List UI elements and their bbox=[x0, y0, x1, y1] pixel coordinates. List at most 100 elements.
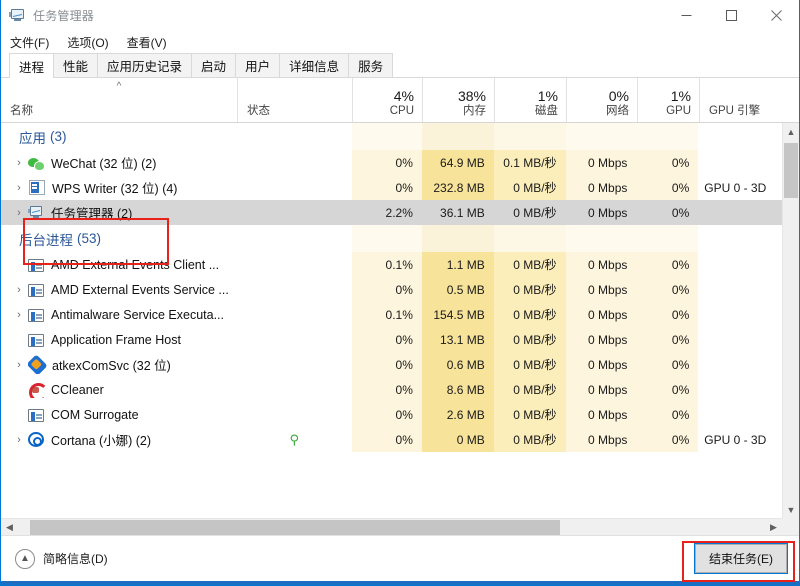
process-row[interactable]: Application Frame Host0%13.1 MB0 MB/秒0 M… bbox=[1, 327, 782, 352]
process-net-cell: 0 Mbps bbox=[566, 252, 637, 277]
process-disk-cell: 0 MB/秒 bbox=[494, 402, 566, 427]
tab-details[interactable]: 详细信息 bbox=[279, 53, 349, 77]
vertical-scrollbar[interactable]: ▲ ▼ bbox=[782, 123, 799, 518]
end-task-button[interactable]: 结束任务(E) bbox=[695, 544, 787, 573]
process-disk-cell: 0 MB/秒 bbox=[494, 200, 566, 225]
column-header-disk[interactable]: 1% 磁盘 bbox=[495, 78, 567, 122]
expand-chevron-icon[interactable]: › bbox=[10, 359, 28, 371]
tab-performance[interactable]: 性能 bbox=[53, 53, 98, 77]
process-memory-cell: 154.5 MB bbox=[422, 302, 494, 327]
scroll-right-icon[interactable]: ▶ bbox=[765, 519, 782, 536]
process-status-cell bbox=[237, 302, 352, 327]
process-disk-cell: 0 MB/秒 bbox=[494, 427, 566, 452]
group-cell-gpueng bbox=[698, 225, 782, 252]
process-gpu-cell: 0% bbox=[636, 150, 698, 175]
menu-options[interactable]: 选项(O) bbox=[65, 32, 117, 53]
suspended-leaf-icon: ⚲ bbox=[289, 433, 299, 446]
process-row[interactable]: ›atkexComSvc (32 位)0%0.6 MB0 MB/秒0 Mbps0… bbox=[1, 352, 782, 377]
expand-chevron-icon[interactable]: › bbox=[10, 309, 28, 321]
horizontal-scrollbar[interactable]: ◀ ▶ bbox=[1, 518, 799, 535]
group-cell-gpu bbox=[636, 123, 698, 150]
process-row[interactable]: ›任务管理器 (2)2.2%36.1 MB0 MB/秒0 Mbps0% bbox=[1, 200, 782, 225]
process-row[interactable]: ›AMD External Events Service ...0%0.5 MB… bbox=[1, 277, 782, 302]
tab-users[interactable]: 用户 bbox=[235, 53, 280, 77]
process-row[interactable]: AMD External Events Client ...0.1%1.1 MB… bbox=[1, 252, 782, 277]
process-name: CCleaner bbox=[28, 382, 104, 398]
group-cell-cpu bbox=[352, 225, 422, 252]
process-gpu-cell: 0% bbox=[636, 402, 698, 427]
process-disk-cell: 0 MB/秒 bbox=[494, 377, 566, 402]
column-header-memory[interactable]: 38% 内存 bbox=[423, 78, 495, 122]
group-cell-status bbox=[237, 123, 352, 150]
process-name: Application Frame Host bbox=[28, 333, 181, 347]
process-net-cell: 0 Mbps bbox=[566, 277, 637, 302]
column-header-status[interactable]: 状态 bbox=[238, 78, 353, 122]
minimize-button[interactable] bbox=[664, 0, 709, 31]
group-cell-gpueng bbox=[698, 123, 782, 150]
process-gpu-engine-cell bbox=[698, 352, 782, 377]
process-group-header[interactable]: 应用(3) bbox=[1, 123, 782, 150]
scroll-left-icon[interactable]: ◀ bbox=[1, 519, 18, 536]
process-gpu-cell: 0% bbox=[636, 252, 698, 277]
process-memory-cell: 1.1 MB bbox=[422, 252, 494, 277]
process-name-label: Application Frame Host bbox=[51, 333, 181, 347]
process-row[interactable]: ›Antimalware Service Executa...0.1%154.5… bbox=[1, 302, 782, 327]
scroll-down-icon[interactable]: ▼ bbox=[783, 501, 799, 518]
close-button[interactable] bbox=[754, 0, 799, 31]
horizontal-scroll-thumb[interactable] bbox=[30, 520, 560, 535]
process-name-label: atkexComSvc (32 位) bbox=[52, 355, 171, 374]
horizontal-scroll-track[interactable] bbox=[18, 519, 765, 536]
column-header-network[interactable]: 0% 网络 bbox=[567, 78, 638, 122]
process-name-cell: CCleaner bbox=[1, 377, 237, 402]
process-cpu-cell: 2.2% bbox=[352, 200, 422, 225]
process-status-cell bbox=[237, 352, 352, 377]
task-manager-icon bbox=[9, 8, 26, 23]
scroll-up-icon[interactable]: ▲ bbox=[783, 123, 799, 140]
group-cell-net bbox=[566, 123, 637, 150]
process-gpu-engine-cell bbox=[698, 252, 782, 277]
expand-chevron-icon[interactable]: › bbox=[10, 434, 28, 446]
vertical-scroll-thumb[interactable] bbox=[784, 143, 798, 198]
process-memory-cell: 64.9 MB bbox=[422, 150, 494, 175]
atkex-icon bbox=[28, 355, 48, 374]
expand-chevron-icon[interactable]: › bbox=[10, 182, 28, 194]
process-disk-cell: 0 MB/秒 bbox=[494, 252, 566, 277]
column-header-gpu[interactable]: 1% GPU bbox=[638, 78, 700, 122]
process-gpu-cell: 0% bbox=[636, 200, 698, 225]
column-header-row: ^ 名称 状态 4% CPU 38% 内存 1% 磁盘 0% 网络 1% GPU… bbox=[1, 78, 799, 123]
column-header-gpu-engine[interactable]: GPU 引擎 bbox=[700, 78, 784, 122]
generic-app-icon bbox=[28, 409, 44, 422]
expand-chevron-icon[interactable]: › bbox=[10, 157, 28, 169]
process-cpu-cell: 0% bbox=[352, 277, 422, 302]
process-row[interactable]: ›WeChat (32 位) (2)0%64.9 MB0.1 MB/秒0 Mbp… bbox=[1, 150, 782, 175]
process-net-cell: 0 Mbps bbox=[566, 427, 637, 452]
tab-processes[interactable]: 进程 bbox=[9, 53, 54, 78]
tab-services[interactable]: 服务 bbox=[348, 53, 393, 77]
maximize-button[interactable] bbox=[709, 0, 754, 31]
process-net-cell: 0 Mbps bbox=[566, 150, 637, 175]
column-header-name[interactable]: ^ 名称 bbox=[1, 78, 238, 122]
process-row[interactable]: ›WPS Writer (32 位) (4)0%232.8 MB0 MB/秒0 … bbox=[1, 175, 782, 200]
process-name-cell: ›WPS Writer (32 位) (4) bbox=[1, 175, 237, 200]
process-row[interactable]: COM Surrogate0%2.6 MB0 MB/秒0 Mbps0% bbox=[1, 402, 782, 427]
process-table: 应用(3)›WeChat (32 位) (2)0%64.9 MB0.1 MB/秒… bbox=[1, 123, 799, 535]
process-group-header[interactable]: 后台进程(53) bbox=[1, 225, 782, 252]
column-header-cpu[interactable]: 4% CPU bbox=[353, 78, 423, 122]
expand-chevron-icon[interactable]: › bbox=[10, 284, 28, 296]
expand-chevron-icon[interactable]: › bbox=[10, 207, 28, 219]
process-cpu-cell: 0% bbox=[352, 377, 422, 402]
process-status-cell bbox=[237, 150, 352, 175]
process-cpu-cell: 0% bbox=[352, 327, 422, 352]
process-name: Cortana (小娜) (2) bbox=[28, 430, 151, 449]
process-cpu-cell: 0% bbox=[352, 402, 422, 427]
generic-app-icon bbox=[28, 334, 44, 347]
tab-startup[interactable]: 启动 bbox=[191, 53, 236, 77]
menu-file[interactable]: 文件(F) bbox=[8, 32, 58, 53]
process-row[interactable]: ›Cortana (小娜) (2)⚲0%0 MB0 MB/秒0 Mbps0%GP… bbox=[1, 427, 782, 452]
menu-view[interactable]: 查看(V) bbox=[125, 32, 176, 53]
process-gpu-engine-cell bbox=[698, 377, 782, 402]
tab-strip: 进程 性能 应用历史记录 启动 用户 详细信息 服务 bbox=[1, 53, 799, 78]
fewer-details-button[interactable]: ▲ 简略信息(D) bbox=[15, 549, 108, 569]
process-row[interactable]: CCleaner0%8.6 MB0 MB/秒0 Mbps0% bbox=[1, 377, 782, 402]
tab-app-history[interactable]: 应用历史记录 bbox=[97, 53, 192, 77]
